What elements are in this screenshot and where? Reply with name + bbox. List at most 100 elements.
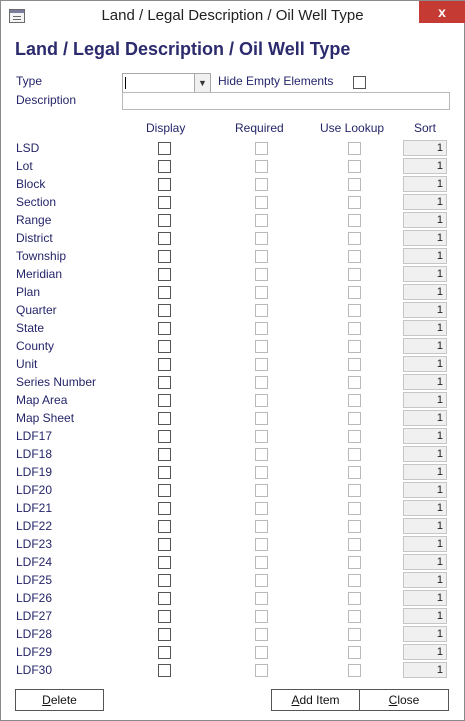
display-checkbox[interactable] bbox=[158, 196, 171, 209]
row-label: Township bbox=[16, 249, 67, 263]
display-checkbox[interactable] bbox=[158, 268, 171, 281]
required-checkbox bbox=[255, 448, 268, 461]
display-checkbox[interactable] bbox=[158, 394, 171, 407]
use-lookup-checkbox bbox=[348, 628, 361, 641]
description-field[interactable] bbox=[122, 92, 450, 110]
sort-field[interactable]: 1 bbox=[403, 212, 447, 228]
display-checkbox[interactable] bbox=[158, 484, 171, 497]
row-label: Lot bbox=[16, 159, 33, 173]
display-checkbox[interactable] bbox=[158, 520, 171, 533]
sort-field[interactable]: 1 bbox=[403, 554, 447, 570]
add-item-button[interactable]: Add Item bbox=[271, 689, 360, 711]
sort-field[interactable]: 1 bbox=[403, 464, 447, 480]
sort-field[interactable]: 1 bbox=[403, 644, 447, 660]
sort-field[interactable]: 1 bbox=[403, 302, 447, 318]
display-checkbox[interactable] bbox=[158, 304, 171, 317]
sort-field[interactable]: 1 bbox=[403, 248, 447, 264]
sort-field[interactable]: 1 bbox=[403, 140, 447, 156]
sort-field[interactable]: 1 bbox=[403, 338, 447, 354]
close-button[interactable]: Close bbox=[359, 689, 449, 711]
display-checkbox[interactable] bbox=[158, 250, 171, 263]
display-checkbox[interactable] bbox=[158, 592, 171, 605]
display-checkbox[interactable] bbox=[158, 376, 171, 389]
close-window-button[interactable]: x bbox=[419, 1, 465, 23]
sort-field[interactable]: 1 bbox=[403, 662, 447, 678]
required-checkbox bbox=[255, 250, 268, 263]
required-checkbox bbox=[255, 268, 268, 281]
required-checkbox bbox=[255, 664, 268, 677]
required-checkbox bbox=[255, 232, 268, 245]
row-label: Map Sheet bbox=[16, 411, 75, 425]
sort-field[interactable]: 1 bbox=[403, 158, 447, 174]
display-checkbox[interactable] bbox=[158, 412, 171, 425]
close-label: lose bbox=[397, 693, 420, 707]
sort-field[interactable]: 1 bbox=[403, 320, 447, 336]
row-label: LDF27 bbox=[16, 609, 53, 623]
sort-field[interactable]: 1 bbox=[403, 536, 447, 552]
sort-field[interactable]: 1 bbox=[403, 572, 447, 588]
title-bar[interactable]: Land / Legal Description / Oil Well Type… bbox=[1, 1, 465, 31]
delete-button[interactable]: Delete bbox=[15, 689, 104, 711]
sort-field[interactable]: 1 bbox=[403, 518, 447, 534]
use-lookup-checkbox bbox=[348, 610, 361, 623]
type-label: Type bbox=[16, 74, 43, 88]
required-checkbox bbox=[255, 538, 268, 551]
sort-field[interactable]: 1 bbox=[403, 608, 447, 624]
sort-field[interactable]: 1 bbox=[403, 374, 447, 390]
use-lookup-checkbox bbox=[348, 538, 361, 551]
display-checkbox[interactable] bbox=[158, 538, 171, 551]
sort-field[interactable]: 1 bbox=[403, 176, 447, 192]
display-checkbox[interactable] bbox=[158, 286, 171, 299]
sort-field[interactable]: 1 bbox=[403, 410, 447, 426]
sort-field[interactable]: 1 bbox=[403, 446, 447, 462]
sort-field[interactable]: 1 bbox=[403, 266, 447, 282]
display-checkbox[interactable] bbox=[158, 358, 171, 371]
use-lookup-checkbox bbox=[348, 268, 361, 281]
sort-field[interactable]: 1 bbox=[403, 284, 447, 300]
display-checkbox[interactable] bbox=[158, 556, 171, 569]
row-label: Meridian bbox=[16, 267, 63, 281]
use-lookup-checkbox bbox=[348, 466, 361, 479]
display-checkbox[interactable] bbox=[158, 646, 171, 659]
display-checkbox[interactable] bbox=[158, 214, 171, 227]
display-checkbox[interactable] bbox=[158, 628, 171, 641]
row-label: LDF20 bbox=[16, 483, 53, 497]
display-checkbox[interactable] bbox=[158, 502, 171, 515]
display-checkbox[interactable] bbox=[158, 466, 171, 479]
text-cursor bbox=[125, 77, 126, 89]
display-checkbox[interactable] bbox=[158, 664, 171, 677]
display-checkbox[interactable] bbox=[158, 610, 171, 623]
display-checkbox[interactable] bbox=[158, 430, 171, 443]
display-checkbox[interactable] bbox=[158, 340, 171, 353]
type-dropdown[interactable]: ▼ bbox=[122, 73, 211, 93]
display-checkbox[interactable] bbox=[158, 232, 171, 245]
sort-field[interactable]: 1 bbox=[403, 230, 447, 246]
hide-empty-checkbox[interactable] bbox=[353, 76, 366, 89]
sort-field[interactable]: 1 bbox=[403, 626, 447, 642]
column-header-use-lookup: Use Lookup bbox=[320, 121, 385, 135]
display-checkbox[interactable] bbox=[158, 322, 171, 335]
row-label: LDF19 bbox=[16, 465, 53, 479]
sort-field[interactable]: 1 bbox=[403, 500, 447, 516]
display-checkbox[interactable] bbox=[158, 142, 171, 155]
form-heading: Land / Legal Description / Oil Well Type bbox=[15, 39, 351, 59]
display-checkbox[interactable] bbox=[158, 574, 171, 587]
row-label: LDF23 bbox=[16, 537, 53, 551]
use-lookup-checkbox bbox=[348, 304, 361, 317]
required-checkbox bbox=[255, 484, 268, 497]
sort-field[interactable]: 1 bbox=[403, 590, 447, 606]
row-label: Block bbox=[16, 177, 46, 191]
display-checkbox[interactable] bbox=[158, 448, 171, 461]
sort-field[interactable]: 1 bbox=[403, 392, 447, 408]
required-checkbox bbox=[255, 196, 268, 209]
sort-field[interactable]: 1 bbox=[403, 194, 447, 210]
sort-field[interactable]: 1 bbox=[403, 482, 447, 498]
chevron-down-icon[interactable]: ▼ bbox=[194, 74, 210, 92]
display-checkbox[interactable] bbox=[158, 178, 171, 191]
display-checkbox[interactable] bbox=[158, 160, 171, 173]
sort-field[interactable]: 1 bbox=[403, 428, 447, 444]
use-lookup-checkbox bbox=[348, 232, 361, 245]
use-lookup-checkbox bbox=[348, 322, 361, 335]
column-header-display: Display bbox=[146, 121, 186, 135]
sort-field[interactable]: 1 bbox=[403, 356, 447, 372]
